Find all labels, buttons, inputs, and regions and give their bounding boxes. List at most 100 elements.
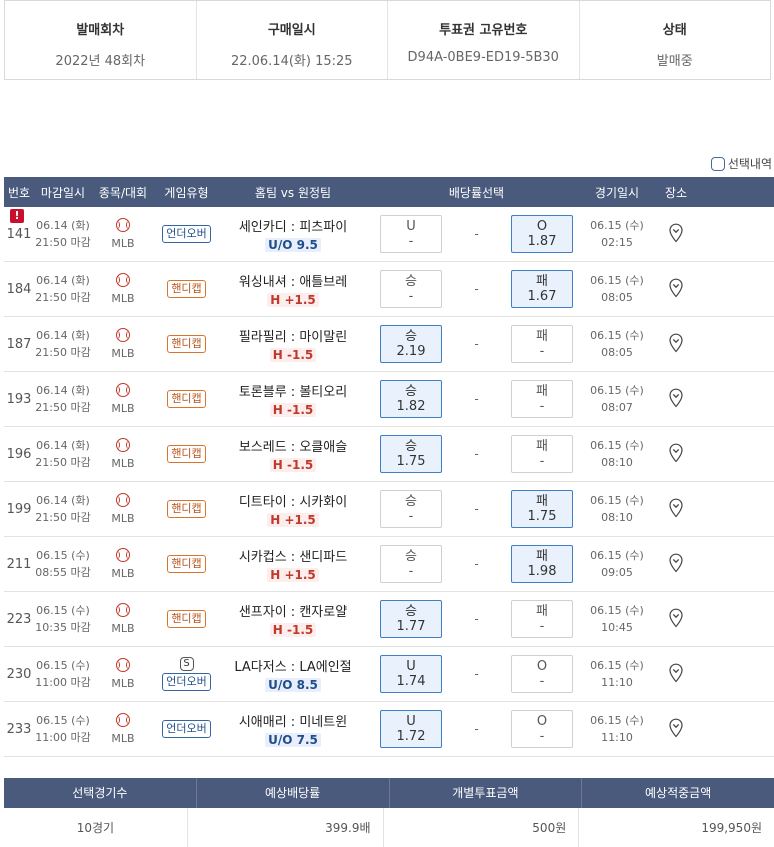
option-home-button[interactable]: 승 1.77 <box>380 600 442 638</box>
row-number-text: 187 <box>6 336 32 352</box>
game-date: 06.15 (수) 08:07 <box>586 382 648 416</box>
location-pin-icon[interactable] <box>668 388 684 408</box>
row-number-text: 141 <box>6 226 32 242</box>
option-away-cell: O 1.87 <box>498 215 586 253</box>
option-away-odds: - <box>539 619 545 634</box>
draw-cell: - <box>474 392 479 406</box>
location-pin-icon[interactable] <box>668 553 684 573</box>
option-away-button[interactable]: 패 - <box>511 435 573 473</box>
sport: MLB <box>92 492 154 526</box>
option-away-button[interactable]: O - <box>511 710 573 748</box>
table-row: 184 06.14 (화) 21:50 마감 MLB 핸디캡 워싱내셔 : 애틀… <box>4 262 774 317</box>
option-away-button[interactable]: O 1.87 <box>511 215 573 253</box>
table-row: 211 06.15 (수) 08:55 마감 MLB 핸디캡 시카컵스 : 샌디… <box>4 537 774 592</box>
option-home-button[interactable]: 승 - <box>380 545 442 583</box>
location-pin-icon[interactable] <box>668 223 684 243</box>
deadline-date: 06.14 (화) <box>36 439 90 452</box>
location-pin-icon[interactable] <box>668 443 684 463</box>
status-label: 상태 <box>662 23 687 38</box>
option-home-button[interactable]: U - <box>380 215 442 253</box>
location-pin-icon[interactable] <box>668 333 684 353</box>
option-home-cell: 승 - <box>367 490 455 528</box>
location-pin-icon[interactable] <box>668 718 684 738</box>
deadline-close: 21:50 마감 <box>35 401 91 414</box>
option-home-cell: U - <box>367 215 455 253</box>
option-away-odds: 1.67 <box>527 289 557 304</box>
option-away-button[interactable]: 패 - <box>511 600 573 638</box>
line-value: H -1.5 <box>269 458 317 472</box>
deadline-date: 06.14 (화) <box>36 384 90 397</box>
row-number: 233 <box>4 722 34 737</box>
option-away-cell: 패 - <box>498 380 586 418</box>
teams: 세인카디 : 피츠파이 U/O 9.5 <box>219 216 367 252</box>
line-value: U/O 8.5 <box>265 678 321 692</box>
game-date-time: 09:05 <box>601 566 633 579</box>
game-type-tag: 언더오버 <box>162 673 211 691</box>
option-away-button[interactable]: 패 1.98 <box>511 545 573 583</box>
game-date: 06.15 (수) 11:10 <box>586 657 648 691</box>
stake-value: 500원 <box>384 808 580 847</box>
teams-label: 세인카디 : 피츠파이 <box>238 220 348 235</box>
row-number-text: 196 <box>6 446 32 462</box>
deadline-close: 21:50 마감 <box>35 291 91 304</box>
option-home-button[interactable]: 승 1.82 <box>380 380 442 418</box>
location-pin-icon[interactable] <box>668 498 684 518</box>
option-home-button[interactable]: 승 2.19 <box>380 325 442 363</box>
option-home-button[interactable]: U 1.72 <box>380 710 442 748</box>
teams-label: 필라필리 : 마이말린 <box>238 330 348 345</box>
deadline-date: 06.15 (수) <box>36 549 90 562</box>
line-value: H +1.5 <box>267 293 319 307</box>
deadline-date: 06.15 (수) <box>36 659 90 672</box>
option-home-button[interactable]: 승 - <box>380 490 442 528</box>
option-away-button[interactable]: 패 1.75 <box>511 490 573 528</box>
location-pin-icon[interactable] <box>668 663 684 683</box>
place-cell <box>648 553 704 576</box>
draw-cell: - <box>474 337 479 351</box>
option-away-button[interactable]: 패 - <box>511 380 573 418</box>
row-number-text: 230 <box>6 666 32 682</box>
game-date-day: 06.15 (수) <box>590 714 644 727</box>
option-away-odds: - <box>539 674 545 689</box>
teams: 워싱내셔 : 애틀브레 H +1.5 <box>219 271 367 307</box>
option-away-label: O <box>536 219 548 234</box>
table-row: 233 06.15 (수) 11:00 마감 MLB 언더오버 시애매리 : 미… <box>4 702 774 757</box>
game-date-day: 06.15 (수) <box>590 439 644 452</box>
location-pin-icon[interactable] <box>668 608 684 628</box>
option-home-odds: - <box>408 509 414 524</box>
teams-label: 토론블루 : 볼티오리 <box>238 385 348 400</box>
deadline: 06.14 (화) 21:50 마감 <box>34 382 92 416</box>
option-home-button[interactable]: 승 1.75 <box>380 435 442 473</box>
row-number-text: 223 <box>6 611 32 627</box>
option-home-odds: - <box>408 289 414 304</box>
game-type-tag: 핸디캡 <box>167 555 206 573</box>
col-teams: 홈팀 vs 원정팀 <box>254 185 332 200</box>
option-away-button[interactable]: O - <box>511 655 573 693</box>
game-date: 06.15 (수) 09:05 <box>586 547 648 581</box>
deadline: 06.14 (화) 21:50 마감 <box>34 272 92 306</box>
deadline-close: 11:00 마감 <box>35 731 91 744</box>
line-value: H -1.5 <box>269 623 317 637</box>
draw-cell: - <box>474 282 479 296</box>
sport: MLB <box>92 382 154 416</box>
game-date-time: 08:05 <box>601 346 633 359</box>
row-number-text: 193 <box>6 391 32 407</box>
option-away-button[interactable]: 패 1.67 <box>511 270 573 308</box>
game-type-tag: 핸디캡 <box>167 280 206 298</box>
league-label: MLB <box>111 731 135 745</box>
teams-label: 워싱내셔 : 애틀브레 <box>238 275 348 290</box>
deadline-close: 21:50 마감 <box>35 236 91 249</box>
option-away-button[interactable]: 패 - <box>511 325 573 363</box>
sport: MLB <box>92 712 154 746</box>
teams: 시애매리 : 미네트윈 U/O 7.5 <box>219 711 367 747</box>
option-home-button[interactable]: U 1.74 <box>380 655 442 693</box>
location-pin-icon[interactable] <box>668 278 684 298</box>
row-number: 193 <box>4 392 34 407</box>
option-home-button[interactable]: 승 - <box>380 270 442 308</box>
row-number-text: 233 <box>6 721 32 737</box>
game-date: 06.15 (수) 08:05 <box>586 327 648 361</box>
option-away-cell: 패 - <box>498 325 586 363</box>
league-label: MLB <box>111 566 135 580</box>
row-number: 230 <box>4 667 34 682</box>
teams-label: 시애매리 : 미네트윈 <box>238 715 348 730</box>
draw-cell: - <box>474 557 479 571</box>
